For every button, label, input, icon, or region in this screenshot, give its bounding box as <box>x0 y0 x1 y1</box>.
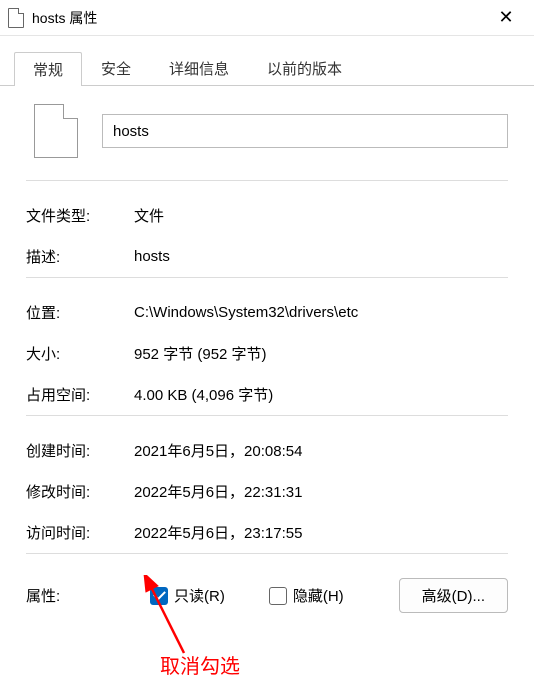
row-attributes: 属性: 只读(R) 隐藏(H) 高级(D)... <box>26 568 508 623</box>
row-modified: 修改时间: 2022年5月6日，22:31:31 <box>26 471 508 512</box>
value-accessed: 2022年5月6日，23:17:55 <box>134 522 508 543</box>
value-size-on-disk: 4.00 KB (4,096 字节) <box>134 384 508 405</box>
value-created: 2021年6月5日，20:08:54 <box>134 440 508 461</box>
label-description: 描述: <box>26 246 134 267</box>
label-created: 创建时间: <box>26 440 134 461</box>
row-filetype: 文件类型: 文件 <box>26 195 508 236</box>
divider <box>26 277 508 278</box>
label-attributes: 属性: <box>26 585 134 606</box>
divider <box>26 180 508 181</box>
tab-general[interactable]: 常规 <box>14 52 82 86</box>
label-accessed: 访问时间: <box>26 522 134 543</box>
label-modified: 修改时间: <box>26 481 134 502</box>
tab-security[interactable]: 安全 <box>82 51 150 85</box>
label-filetype: 文件类型: <box>26 205 134 226</box>
tab-details[interactable]: 详细信息 <box>150 51 248 85</box>
row-size-on-disk: 占用空间: 4.00 KB (4,096 字节) <box>26 374 508 415</box>
label-size-on-disk: 占用空间: <box>26 384 134 405</box>
checkbox-readonly-label: 只读(R) <box>174 585 225 606</box>
file-icon <box>8 8 24 28</box>
checkbox-readonly-box <box>150 587 168 605</box>
tab-previous[interactable]: 以前的版本 <box>248 51 361 85</box>
tab-strip: 常规 安全 详细信息 以前的版本 <box>0 36 534 86</box>
label-size: 大小: <box>26 343 134 364</box>
checkbox-hidden-label: 隐藏(H) <box>293 585 344 606</box>
titlebar: hosts 属性 ✕ <box>0 0 534 36</box>
row-created: 创建时间: 2021年6月5日，20:08:54 <box>26 430 508 471</box>
row-location: 位置: C:\Windows\System32\drivers\etc <box>26 292 508 333</box>
divider <box>26 553 508 554</box>
value-size: 952 字节 (952 字节) <box>134 343 508 364</box>
file-type-icon <box>34 104 78 158</box>
checkbox-readonly[interactable]: 只读(R) <box>150 585 225 606</box>
annotation-text: 取消勾选 <box>160 650 240 679</box>
checkbox-hidden-box <box>269 587 287 605</box>
row-accessed: 访问时间: 2022年5月6日，23:17:55 <box>26 512 508 553</box>
value-filetype: 文件 <box>134 205 508 226</box>
filename-input[interactable] <box>102 114 508 148</box>
row-description: 描述: hosts <box>26 236 508 277</box>
label-location: 位置: <box>26 302 134 323</box>
value-description: hosts <box>134 248 508 265</box>
divider <box>26 415 508 416</box>
window-title: hosts 属性 <box>32 8 486 28</box>
advanced-button[interactable]: 高级(D)... <box>399 578 508 613</box>
value-location: C:\Windows\System32\drivers\etc <box>134 304 508 321</box>
tab-content: 文件类型: 文件 描述: hosts 位置: C:\Windows\System… <box>0 86 534 623</box>
row-size: 大小: 952 字节 (952 字节) <box>26 333 508 374</box>
checkbox-hidden[interactable]: 隐藏(H) <box>269 585 344 606</box>
value-modified: 2022年5月6日，22:31:31 <box>134 481 508 502</box>
filename-row <box>26 104 508 158</box>
close-button[interactable]: ✕ <box>486 7 526 28</box>
